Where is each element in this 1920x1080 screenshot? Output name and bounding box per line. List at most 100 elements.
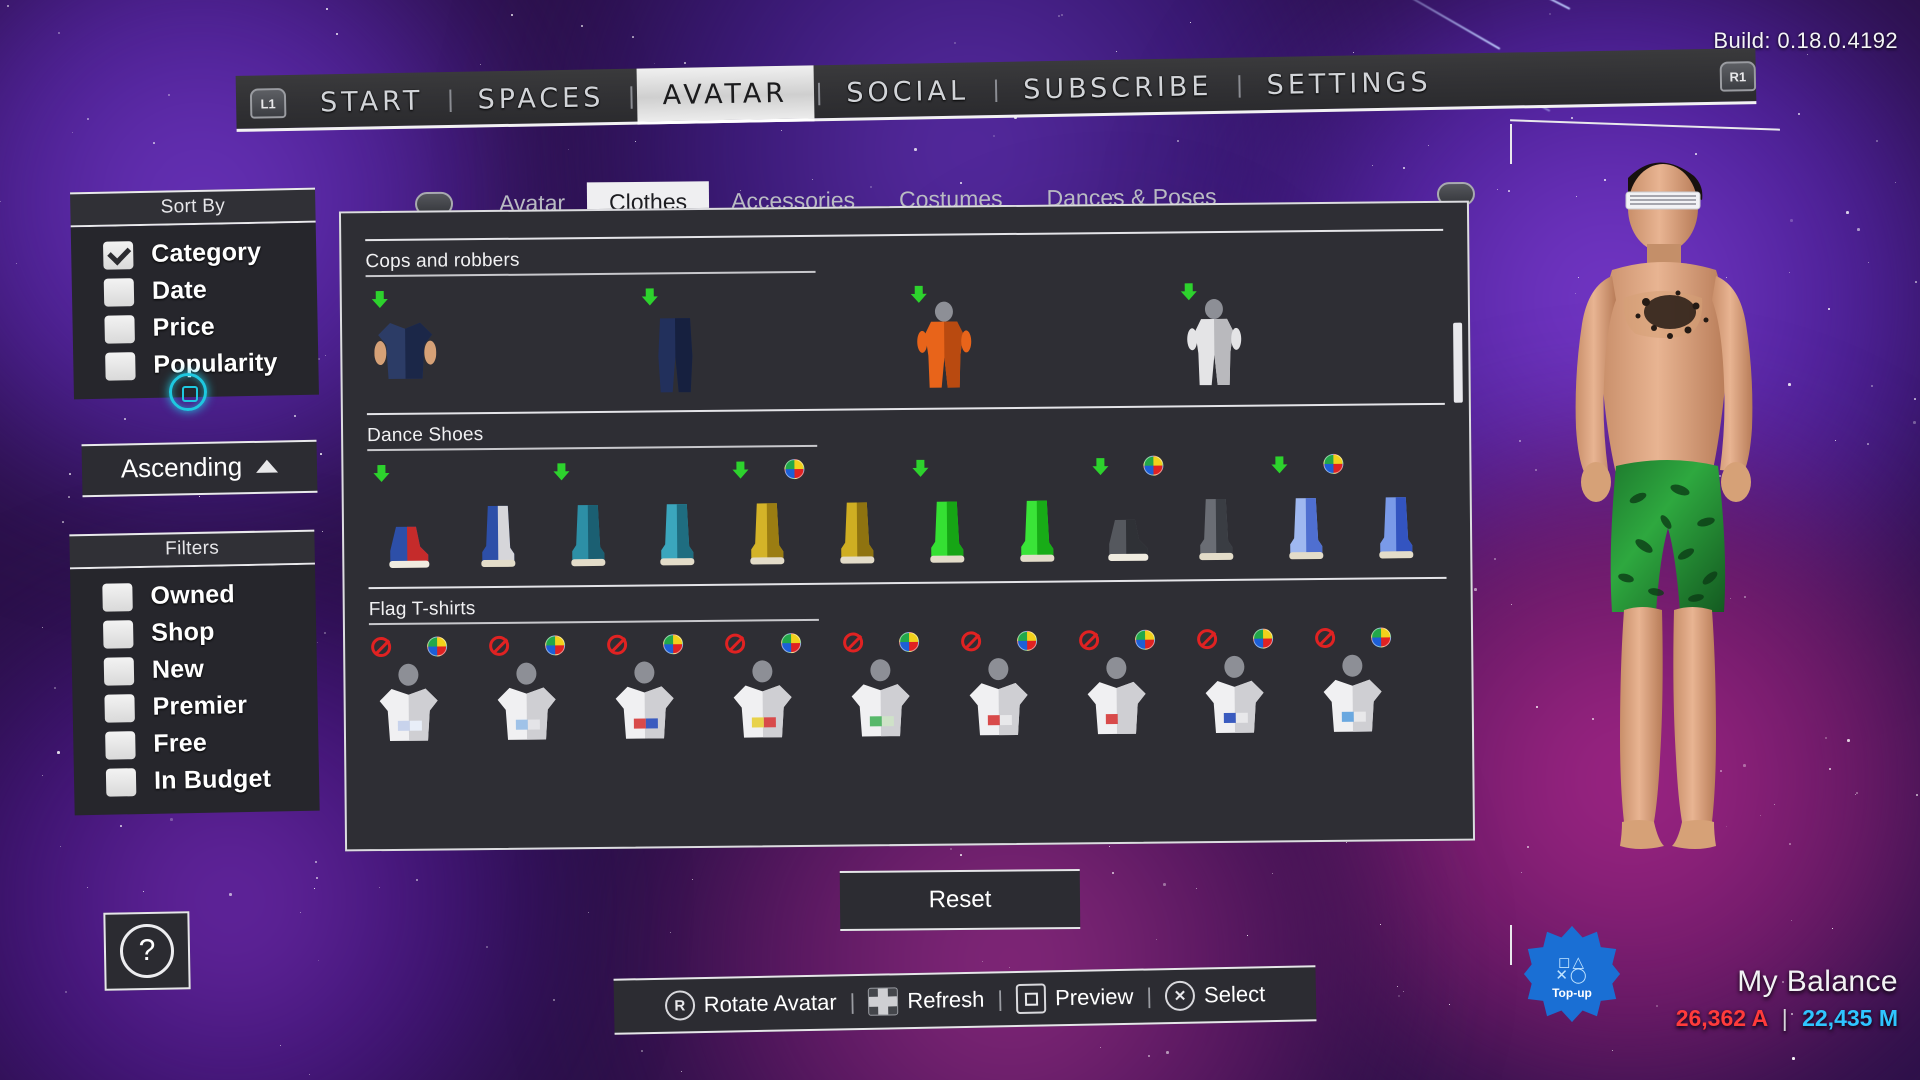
sort-direction-button[interactable]: Ascending bbox=[82, 440, 318, 498]
control-hint[interactable]: Refresh bbox=[855, 985, 998, 1016]
category-item-row[interactable] bbox=[367, 449, 1446, 579]
catalog-item[interactable] bbox=[635, 286, 706, 403]
item-catalog-panel[interactable]: Cops and robbers Dance Shoes Flag T-shirts bbox=[339, 201, 1475, 852]
catalog-item[interactable] bbox=[723, 633, 802, 750]
item-thumbnail[interactable] bbox=[374, 305, 437, 402]
right-bumper-button[interactable]: R1 bbox=[1720, 61, 1757, 92]
sort-option-category[interactable]: Category bbox=[71, 233, 317, 275]
filter-option-shop[interactable]: Shop bbox=[71, 612, 317, 654]
item-thumbnail[interactable] bbox=[1364, 469, 1427, 566]
checkbox-icon[interactable] bbox=[104, 278, 135, 307]
catalog-item[interactable] bbox=[1086, 456, 1165, 573]
filter-option-free[interactable]: Free bbox=[73, 723, 319, 765]
catalog-item[interactable] bbox=[457, 462, 536, 579]
item-thumbnail[interactable] bbox=[967, 647, 1030, 744]
catalog-item[interactable] bbox=[959, 631, 1038, 748]
item-thumbnail[interactable] bbox=[1004, 472, 1067, 569]
catalog-item[interactable] bbox=[841, 632, 920, 749]
nav-item-social[interactable]: SOCIAL bbox=[824, 75, 991, 109]
item-thumbnail[interactable] bbox=[377, 652, 440, 749]
category-title: Cops and robbers bbox=[365, 241, 1443, 273]
color-wheel-icon bbox=[899, 632, 919, 652]
filter-options-list[interactable]: Owned Shop New Premier Free In Budget bbox=[70, 565, 320, 816]
nav-item-spaces[interactable]: SPACES bbox=[455, 81, 626, 115]
filter-option-premier[interactable]: Premier bbox=[72, 686, 318, 728]
filter-option-label: New bbox=[152, 655, 205, 685]
item-thumbnail[interactable] bbox=[913, 299, 976, 396]
checkbox-icon[interactable] bbox=[105, 352, 136, 381]
catalog-item[interactable] bbox=[905, 283, 976, 400]
item-thumbnail[interactable] bbox=[1184, 471, 1247, 568]
sort-options-list[interactable]: Category Date Price Popularity bbox=[71, 223, 319, 400]
nav-item-subscribe[interactable]: SUBSCRIBE bbox=[1001, 70, 1235, 105]
help-button[interactable]: ? bbox=[103, 911, 190, 990]
nav-item-start[interactable]: START bbox=[298, 85, 446, 119]
item-thumbnail[interactable] bbox=[914, 473, 977, 570]
catalog-item[interactable] bbox=[1174, 281, 1245, 398]
filter-option-new[interactable]: New bbox=[72, 649, 318, 691]
nav-item-settings[interactable]: SETTINGS bbox=[1244, 66, 1453, 101]
sort-option-price[interactable]: Price bbox=[72, 307, 318, 349]
catalog-item[interactable] bbox=[1176, 455, 1255, 572]
checkbox-icon[interactable] bbox=[106, 768, 137, 797]
item-thumbnail[interactable] bbox=[1085, 646, 1148, 743]
item-thumbnail[interactable] bbox=[1274, 470, 1337, 567]
left-bumper-button[interactable]: L1 bbox=[250, 88, 287, 119]
checkbox-icon[interactable] bbox=[104, 694, 135, 723]
nav-item-avatar[interactable]: AVATAR bbox=[636, 65, 814, 124]
item-thumbnail[interactable] bbox=[1321, 643, 1384, 740]
item-thumbnail[interactable] bbox=[465, 478, 528, 575]
catalog-item[interactable] bbox=[1195, 628, 1274, 745]
item-thumbnail[interactable] bbox=[1094, 472, 1157, 569]
filter-option-in-budget[interactable]: In Budget bbox=[74, 760, 320, 802]
item-thumbnail[interactable] bbox=[1203, 645, 1266, 742]
catalog-item[interactable] bbox=[1266, 454, 1345, 571]
item-thumbnail[interactable] bbox=[643, 302, 706, 399]
item-thumbnail[interactable] bbox=[376, 479, 439, 576]
item-thumbnail[interactable] bbox=[555, 477, 618, 574]
reset-button[interactable]: Reset bbox=[840, 869, 1081, 931]
item-thumbnail[interactable] bbox=[825, 474, 888, 571]
item-thumbnail[interactable] bbox=[1182, 297, 1245, 394]
avatar-preview[interactable] bbox=[1520, 130, 1920, 960]
item-thumbnail[interactable] bbox=[495, 651, 558, 748]
filter-option-owned[interactable]: Owned bbox=[70, 575, 316, 617]
catalog-item[interactable] bbox=[727, 459, 806, 576]
catalog-item[interactable] bbox=[366, 289, 437, 406]
checkbox-icon[interactable] bbox=[104, 657, 135, 686]
catalog-item[interactable] bbox=[369, 636, 448, 753]
catalog-item[interactable] bbox=[906, 457, 985, 574]
catalog-item[interactable] bbox=[637, 460, 716, 577]
checkbox-icon[interactable] bbox=[104, 315, 135, 344]
catalog-item[interactable] bbox=[1077, 630, 1156, 747]
catalog-item[interactable] bbox=[487, 635, 566, 752]
catalog-item[interactable] bbox=[547, 461, 626, 578]
control-hint[interactable]: ✕ Select bbox=[1152, 979, 1279, 1011]
catalog-item[interactable] bbox=[996, 456, 1075, 573]
control-hint[interactable]: Preview bbox=[1003, 982, 1147, 1015]
item-thumbnail[interactable] bbox=[731, 649, 794, 746]
filters-panel[interactable]: Filters Owned Shop New Premier Free In Budget bbox=[69, 530, 319, 816]
sort-option-date[interactable]: Date bbox=[72, 270, 318, 312]
checkbox-icon[interactable] bbox=[103, 241, 134, 270]
top-up-badge[interactable]: ◻△ ✕◯ Top-up bbox=[1524, 926, 1620, 1022]
catalog-scroll-area[interactable]: Cops and robbers Dance Shoes Flag T-shirts bbox=[341, 203, 1473, 850]
control-hint[interactable]: R Rotate Avatar bbox=[652, 987, 850, 1021]
checkbox-icon[interactable] bbox=[102, 583, 133, 612]
item-thumbnail[interactable] bbox=[645, 476, 708, 573]
catalog-item[interactable] bbox=[1313, 627, 1392, 744]
category-item-row[interactable] bbox=[369, 623, 1448, 753]
avatar-character-model[interactable] bbox=[1520, 130, 1920, 960]
category-item-row[interactable] bbox=[366, 275, 1445, 405]
catalog-item[interactable] bbox=[1355, 453, 1434, 570]
item-thumbnail[interactable] bbox=[613, 650, 676, 747]
checkbox-icon[interactable] bbox=[105, 731, 136, 760]
catalog-item[interactable] bbox=[605, 634, 684, 751]
sort-by-panel[interactable]: Sort By Category Date Price Popularity bbox=[70, 188, 319, 400]
catalog-scrollbar[interactable] bbox=[1453, 323, 1463, 403]
catalog-item[interactable] bbox=[816, 458, 895, 575]
item-thumbnail[interactable] bbox=[735, 475, 798, 572]
catalog-item[interactable] bbox=[367, 462, 446, 579]
item-thumbnail[interactable] bbox=[849, 648, 912, 745]
checkbox-icon[interactable] bbox=[103, 620, 134, 649]
